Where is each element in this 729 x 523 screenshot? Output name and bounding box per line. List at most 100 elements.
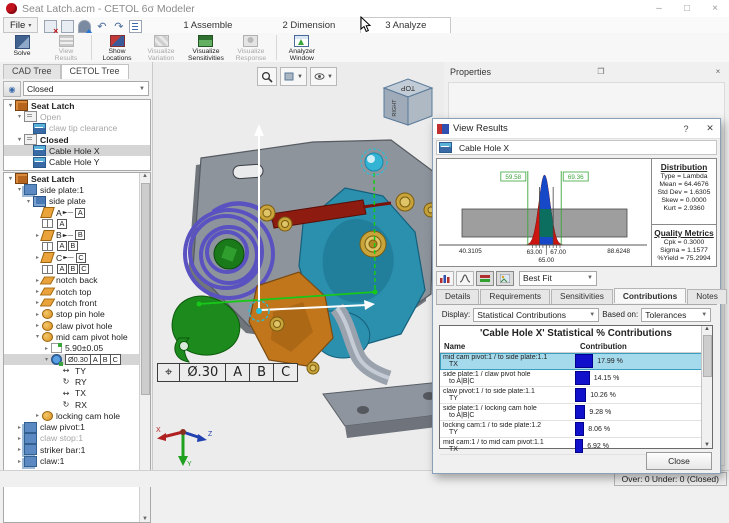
tree-item-striker-bar-1[interactable]: ▸striker bar:1 — [4, 444, 140, 455]
tree-expander-icon[interactable]: ▸ — [33, 311, 42, 318]
scroll-down-icon[interactable]: ▼ — [140, 516, 150, 522]
tree-item-a[interactable]: A — [4, 218, 140, 229]
tree-item-a-b[interactable]: AB — [4, 241, 140, 252]
tree-expander-icon[interactable]: ▾ — [6, 102, 15, 109]
tree-item-locking-cam-hole[interactable]: ▸locking cam hole — [4, 410, 140, 421]
results-close-icon[interactable]: ✕ — [700, 123, 720, 134]
contribution-row[interactable]: side plate:1 / locking cam holeto A|B|C9… — [440, 404, 702, 421]
contribution-row[interactable]: side plate:1 / claw pivot holeto A|B|C14… — [440, 370, 702, 387]
results-tab-contributions[interactable]: Contributions — [614, 288, 686, 303]
tree-item-claw-pivot-hole[interactable]: ▸claw pivot hole — [4, 320, 140, 331]
tree-expander-icon[interactable]: ▾ — [42, 356, 51, 363]
tree-item-ty[interactable]: ↔TY — [4, 365, 140, 376]
tree-expander-icon[interactable]: ▾ — [6, 175, 15, 182]
analyzer-window-button[interactable]: Analyzer Window — [280, 33, 324, 62]
tree-item-claw-1[interactable]: ▸claw:1 — [4, 455, 140, 466]
maximize-button[interactable]: □ — [673, 3, 701, 14]
tree-item-ry[interactable]: ↻RY — [4, 376, 140, 387]
contribution-row[interactable]: locking cam:1 / to side plate:1.2TY8.06 … — [440, 421, 702, 438]
scrollbar-thumb[interactable] — [141, 183, 150, 395]
results-tab-details[interactable]: Details — [436, 289, 479, 304]
tree-item-notch-top[interactable]: ▸notch top — [4, 286, 140, 297]
contribution-row[interactable]: claw pivot:1 / to side plate:1.1TY10.26 … — [440, 387, 702, 404]
close-model-icon[interactable] — [44, 20, 57, 32]
results-window-titlebar[interactable]: View Results ? ✕ — [433, 119, 720, 139]
tree-expander-icon[interactable]: ▸ — [15, 435, 24, 442]
tree-item-side-plate-1[interactable]: ▾side plate:1 — [4, 184, 140, 195]
tree-item-side-plate[interactable]: ▾side plate — [4, 196, 140, 207]
tree-expander-icon[interactable]: ▾ — [24, 198, 33, 205]
tree-item-claw-pivot-1[interactable]: ▸claw pivot:1 — [4, 422, 140, 433]
table-scrollbar[interactable]: ▲ ▼ — [701, 326, 712, 448]
tree-item--0-30-a-b-c[interactable]: ▾Ø0.30ABC — [4, 354, 140, 365]
tree-item-cable-hole-y[interactable]: Cable Hole Y — [4, 156, 150, 167]
tree-item-a-b-c[interactable]: ABC — [4, 263, 140, 274]
measurement-field[interactable]: Cable Hole X — [436, 140, 717, 155]
tree-item-datum-c[interactable]: ▸C►—C — [4, 252, 140, 263]
tree-item-notch-front[interactable]: ▸notch front — [4, 297, 140, 308]
tree-item-claw-stop-1[interactable]: ▸claw stop:1 — [4, 433, 140, 444]
tree-expander-icon[interactable]: ▾ — [15, 113, 24, 120]
tree-expander-icon[interactable]: ▸ — [33, 322, 42, 329]
tree-item-notch-back[interactable]: ▸notch back — [4, 275, 140, 286]
contribution-row[interactable]: mid cam pivot:1 / to side plate:1.1TX17.… — [440, 353, 702, 370]
curve-toggle-button[interactable] — [456, 271, 474, 286]
tree-item-closed[interactable]: ▾Closed — [4, 134, 150, 145]
visualize-sensitivities-button[interactable]: Visualize Sensitivities — [183, 33, 229, 62]
close-panel-icon[interactable]: × — [711, 67, 725, 76]
scroll-down-icon[interactable]: ▼ — [702, 442, 712, 448]
limits-toggle-button[interactable] — [476, 271, 494, 286]
based-on-dropdown[interactable]: Tolerances ▼ — [641, 308, 711, 322]
save-icon[interactable] — [61, 20, 74, 32]
redo-icon[interactable]: ↷ — [112, 20, 125, 32]
tree-item-claw-tip-clearance[interactable]: claw tip clearance — [4, 123, 150, 134]
tree-expander-icon[interactable]: ▸ — [15, 424, 24, 431]
tree-expander-icon[interactable]: ▾ — [15, 186, 24, 193]
tab-cetol-tree[interactable]: CETOL Tree — [61, 64, 129, 79]
tree-item-mid-cam-pivot-hole[interactable]: ▾mid cam pivot hole — [4, 331, 140, 342]
tree-item-rx[interactable]: ↻RX — [4, 399, 140, 410]
scrollbar-thumb[interactable] — [703, 335, 712, 377]
float-panel-icon[interactable]: ❐ — [594, 67, 608, 76]
results-tab-requirements[interactable]: Requirements — [480, 289, 550, 304]
view-cube[interactable]: TOP RIGHT — [374, 72, 438, 130]
tree-item-seat-latch[interactable]: ▾Seat Latch — [4, 173, 140, 184]
measurement-view-icon[interactable]: ◉ — [3, 81, 21, 97]
undo-icon[interactable]: ↶ — [95, 20, 108, 32]
close-button[interactable]: × — [701, 3, 729, 14]
tree-expander-icon[interactable]: ▸ — [15, 458, 24, 465]
ribbon-tab-2-dimension[interactable]: 2 Dimension — [257, 17, 360, 33]
gdt-feature-control-frame[interactable]: ⌖ Ø.30 A B C — [157, 363, 298, 382]
tree-expander-icon[interactable]: ▸ — [15, 446, 24, 453]
image-toggle-button[interactable] — [496, 271, 514, 286]
help-button[interactable]: ? — [676, 124, 696, 134]
results-close-button[interactable]: Close — [646, 452, 712, 470]
tree-expander-icon[interactable]: ▾ — [15, 136, 24, 143]
histogram-toggle-button[interactable] — [436, 271, 454, 286]
tree-expander-icon[interactable]: ▸ — [42, 345, 51, 352]
scroll-up-icon[interactable]: ▲ — [140, 173, 150, 179]
viewport-3d[interactable]: ▼ ▼ — [153, 62, 444, 470]
ribbon-tab-3-analyze[interactable]: 3 Analyze — [360, 17, 451, 33]
tree-item-datum-a[interactable]: A►—A — [4, 207, 140, 218]
ribbon-tab-1-assemble[interactable]: 1 Assemble — [158, 17, 257, 33]
tree-item-datum-b[interactable]: ▸B►—B — [4, 229, 140, 240]
zoom-tool-button[interactable] — [257, 67, 277, 86]
display-mode-button[interactable]: ▼ — [280, 67, 307, 86]
tree-expander-icon[interactable]: ▾ — [33, 333, 42, 340]
tree-item-5-90-0-05[interactable]: ▸5.90±0.05 — [4, 342, 140, 353]
tree-item-stop-pin-hole[interactable]: ▸stop pin hole — [4, 309, 140, 320]
user-sync-icon[interactable] — [78, 20, 91, 32]
minimize-button[interactable]: – — [645, 3, 673, 14]
results-tab-notes[interactable]: Notes — [687, 289, 727, 304]
solve-button[interactable]: Solve — [0, 33, 44, 62]
display-dropdown[interactable]: Statistical Contributions ▼ — [473, 308, 599, 322]
show-locations-button[interactable]: Show Locations — [95, 33, 139, 62]
tree-expander-icon[interactable]: ▸ — [33, 412, 42, 419]
report-icon[interactable] — [129, 20, 142, 32]
results-tab-sensitivities[interactable]: Sensitivities — [551, 289, 613, 304]
state-dropdown[interactable]: Closed ▼ — [23, 81, 149, 96]
tree-item-cable-hole-x[interactable]: Cable Hole X — [4, 145, 150, 156]
file-menu-button[interactable]: File ▾ — [3, 17, 38, 33]
tree-item-open[interactable]: ▾Open — [4, 111, 150, 122]
